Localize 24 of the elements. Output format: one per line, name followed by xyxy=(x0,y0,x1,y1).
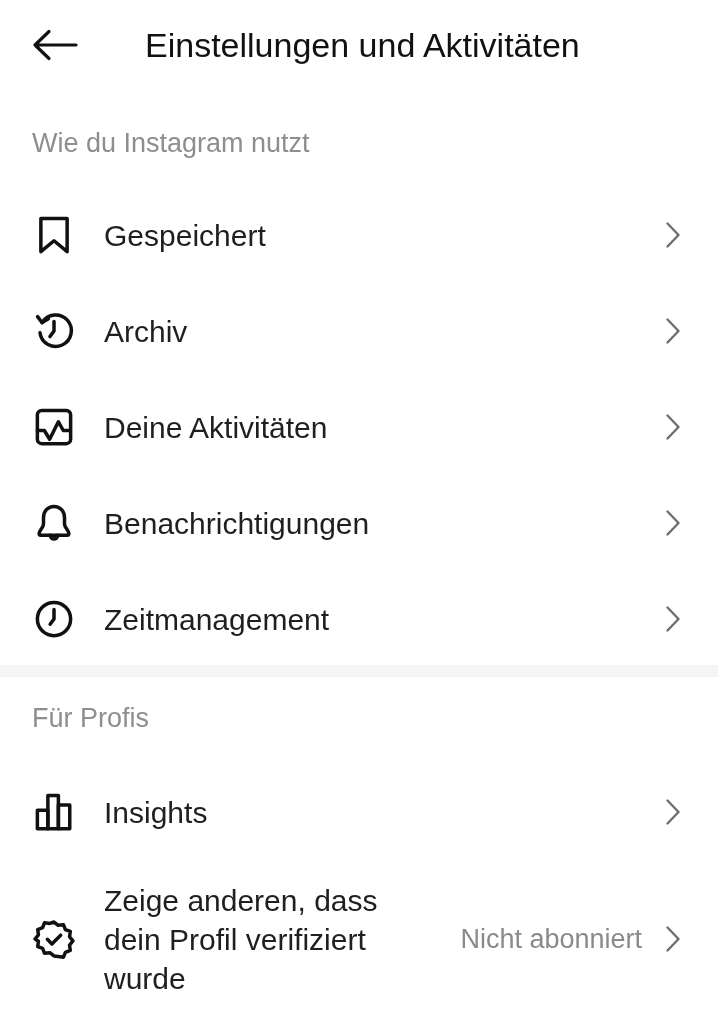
menu-item-label[interactable]: Zeitmanagement xyxy=(104,599,642,639)
section-heading: Wie du Instagram nutzt xyxy=(32,128,310,158)
menu-item-label[interactable]: Zeige anderen, dass dein Profil verifiziert wurde xyxy=(104,880,434,998)
menu-item-label[interactable]: Deine Aktivitäten xyxy=(104,407,642,447)
clock-icon xyxy=(33,598,75,640)
activity-icon xyxy=(33,406,75,448)
chevron-right-icon[interactable] xyxy=(666,606,680,632)
chevron-right-icon[interactable] xyxy=(666,926,680,952)
chevron-right-icon[interactable] xyxy=(666,318,680,344)
bar-chart-icon xyxy=(33,791,75,833)
menu-item-label[interactable]: Insights xyxy=(104,792,642,832)
menu-item-label[interactable]: Gespeichert xyxy=(104,215,642,255)
chevron-right-icon[interactable] xyxy=(666,799,680,825)
section-heading: Für Profis xyxy=(32,703,150,733)
menu-item-label[interactable]: Benachrichtigungen xyxy=(104,503,642,543)
back-button[interactable] xyxy=(31,28,79,62)
chevron-right-icon[interactable] xyxy=(666,414,680,440)
chevron-right-icon[interactable] xyxy=(666,222,680,248)
back-arrow-icon xyxy=(32,29,78,61)
chevron-right-icon[interactable] xyxy=(666,510,680,536)
screen-title: Einstellungen und Aktivitäten xyxy=(145,25,580,65)
menu-item-label[interactable]: Archiv xyxy=(104,311,642,351)
status-text: Nicht abonniert xyxy=(459,924,642,954)
verified-badge-icon xyxy=(33,918,75,960)
